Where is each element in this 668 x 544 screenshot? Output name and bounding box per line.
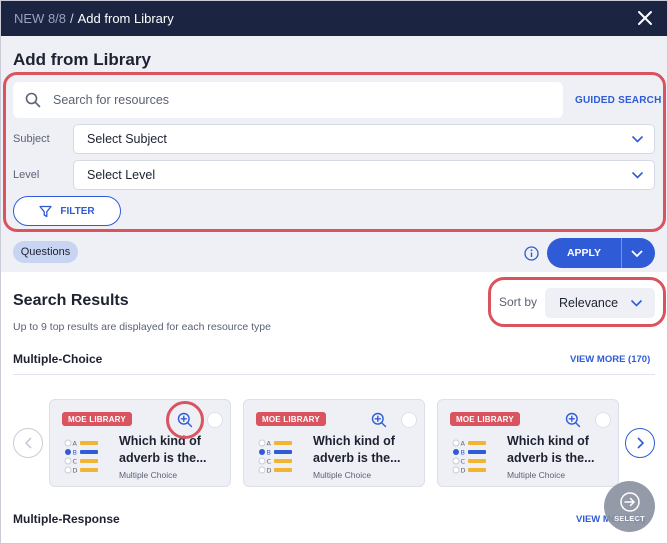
chevron-down-icon[interactable] — [631, 249, 643, 258]
sort-label: Sort by — [499, 295, 538, 309]
select-fab-button[interactable]: SELECT — [604, 481, 655, 532]
guided-search-link[interactable]: GUIDED SEARCH — [575, 95, 662, 106]
dialog-titlebar: NEW 8/8 / Add from Library — [0, 0, 668, 36]
chevron-down-icon — [631, 135, 644, 143]
svg-text:A: A — [461, 440, 466, 448]
highlight-zoom — [166, 401, 204, 439]
card-type: Multiple Choice — [119, 470, 178, 480]
card-type: Multiple Choice — [313, 470, 372, 480]
carousel-next-button[interactable] — [625, 428, 655, 458]
sort-select-value: Relevance — [559, 296, 619, 310]
level-select-value: Select Level — [87, 168, 156, 182]
card-title: Which kind of adverb is the... — [313, 434, 401, 465]
multiple-choice-icon: A B C D — [258, 439, 292, 475]
search-bar — [13, 82, 563, 118]
svg-text:D: D — [267, 467, 272, 475]
svg-text:B: B — [461, 449, 465, 457]
resource-card[interactable]: MOE LIBRARY A B C D Which kind of adverb… — [49, 399, 231, 487]
search-icon — [25, 92, 41, 108]
zoom-in-icon[interactable] — [565, 412, 581, 428]
search-results-title: Search Results — [13, 292, 129, 309]
level-label: Level — [13, 169, 40, 181]
section-title-multiple-choice: Multiple-Choice — [13, 352, 103, 366]
svg-text:B: B — [267, 449, 271, 457]
card-type: Multiple Choice — [507, 470, 566, 480]
section-divider — [13, 374, 655, 375]
subject-label: Subject — [13, 133, 50, 145]
subject-select[interactable]: Select Subject — [73, 124, 655, 154]
chevron-down-icon — [631, 171, 644, 179]
moe-library-badge: MOE LIBRARY — [450, 412, 520, 426]
search-input[interactable] — [53, 93, 533, 107]
svg-text:D: D — [73, 467, 78, 475]
zoom-in-icon[interactable] — [371, 412, 387, 428]
questions-chip[interactable]: Questions — [13, 241, 78, 263]
filter-button-label: FILTER — [60, 205, 95, 217]
chevron-down-icon — [630, 299, 643, 307]
apply-button[interactable]: APPLY — [547, 238, 655, 268]
moe-library-badge: MOE LIBRARY — [256, 412, 326, 426]
svg-text:D: D — [461, 467, 466, 475]
breadcrumb-separator: / — [70, 10, 74, 26]
svg-text:C: C — [267, 458, 272, 466]
breadcrumb-new[interactable]: NEW 8/8 — [14, 11, 66, 26]
select-fab-label: SELECT — [614, 513, 645, 523]
close-icon[interactable] — [636, 9, 654, 27]
filter-funnel-icon — [39, 205, 53, 217]
chevron-right-icon — [636, 437, 644, 449]
view-more-multiple-choice[interactable]: VIEW MORE (170) — [570, 354, 650, 365]
page-title: Add from Library — [13, 50, 151, 69]
apply-divider — [621, 238, 622, 268]
info-icon[interactable] — [524, 246, 539, 261]
svg-text:B: B — [73, 449, 77, 457]
select-radio[interactable] — [207, 412, 223, 428]
level-select[interactable]: Select Level — [73, 160, 655, 190]
card-title: Which kind of adverb is the... — [507, 434, 595, 465]
search-results-subtitle: Up to 9 top results are displayed for ea… — [13, 321, 271, 333]
card-title: Which kind of adverb is the... — [119, 434, 207, 465]
resource-card[interactable]: MOE LIBRARY A B C D Which kind of adverb… — [243, 399, 425, 487]
apply-button-label: APPLY — [566, 247, 602, 259]
multiple-choice-icon: A B C D — [64, 439, 98, 475]
section-title-multiple-response: Multiple-Response — [13, 512, 120, 526]
select-radio[interactable] — [401, 412, 417, 428]
filter-button[interactable]: FILTER — [13, 196, 121, 226]
svg-text:A: A — [267, 440, 272, 448]
multiple-choice-icon: A B C D — [452, 439, 486, 475]
breadcrumb-current: Add from Library — [77, 10, 174, 26]
resource-card[interactable]: MOE LIBRARY A B C D Which kind of adverb… — [437, 399, 619, 487]
moe-library-badge: MOE LIBRARY — [62, 412, 132, 426]
subject-select-value: Select Subject — [87, 132, 167, 146]
select-arrow-icon — [619, 491, 640, 512]
carousel-prev-button[interactable] — [13, 428, 43, 458]
sort-select[interactable]: Relevance — [545, 288, 655, 318]
select-radio[interactable] — [595, 412, 611, 428]
svg-text:C: C — [461, 458, 466, 466]
svg-text:A: A — [73, 440, 78, 448]
svg-text:C: C — [73, 458, 78, 466]
chevron-left-icon — [24, 437, 32, 449]
